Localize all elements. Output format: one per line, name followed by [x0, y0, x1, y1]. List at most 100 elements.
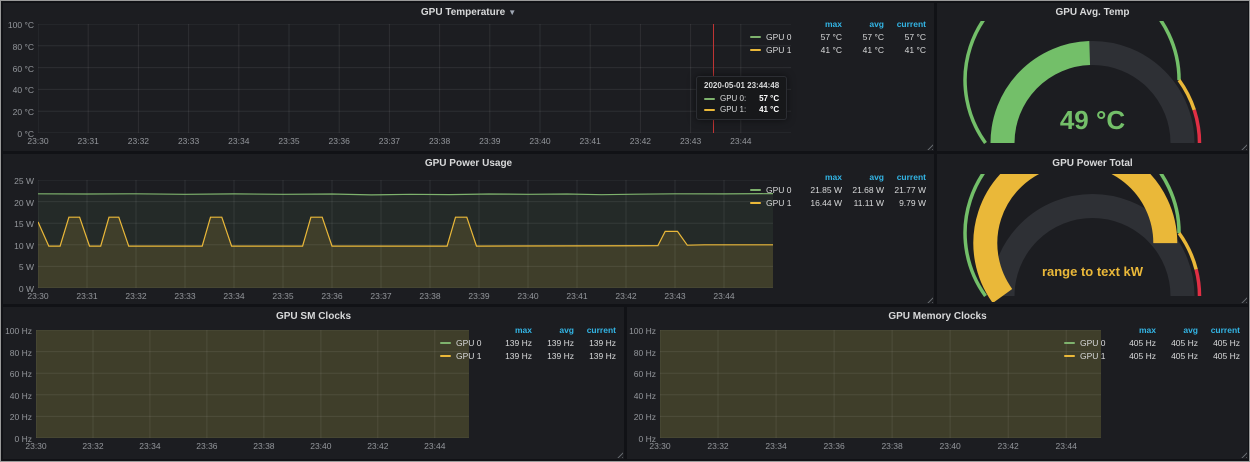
legend-series-name[interactable]: GPU 1 — [440, 351, 490, 361]
x-axis-tick-label: 23:39 — [462, 291, 496, 301]
x-axis-tick-label: 23:33 — [168, 291, 202, 301]
legend-value: 139 Hz — [574, 351, 616, 361]
y-axis-tick-label: 20 W — [4, 198, 34, 208]
legend-column-header[interactable]: avg — [1156, 325, 1198, 335]
legend-series-name[interactable]: GPU 1 — [750, 198, 800, 208]
y-axis-tick-label: 40 °C — [4, 85, 34, 95]
legend-column-header[interactable]: max — [1114, 325, 1156, 335]
x-axis-tick-label: 23:38 — [247, 441, 281, 451]
legend-value: 139 Hz — [532, 338, 574, 348]
legend-column-header[interactable]: max — [800, 172, 842, 182]
y-axis-tick-label: 20 °C — [4, 107, 34, 117]
panel-resize-handle[interactable] — [1239, 450, 1247, 458]
x-axis-tick-label: 23:36 — [190, 441, 224, 451]
panel-title-text: GPU SM Clocks — [276, 311, 351, 322]
y-axis-tick-label: 100 Hz — [2, 326, 32, 336]
legend-row[interactable]: GPU 0405 Hz405 Hz405 Hz — [1064, 336, 1240, 349]
temperature-plot-area[interactable] — [38, 24, 791, 133]
x-axis-tick-label: 23:34 — [222, 136, 256, 146]
panel-title-text: GPU Avg. Temp — [1055, 7, 1129, 18]
sm-clocks-plot-area[interactable] — [36, 330, 469, 438]
x-axis-tick-label: 23:44 — [1049, 441, 1083, 451]
y-axis-tick-label: 80 °C — [4, 42, 34, 52]
x-axis-tick-label: 23:42 — [609, 291, 643, 301]
tooltip-series-value: 57 °C — [759, 94, 779, 103]
legend-row[interactable]: GPU 141 °C41 °C41 °C — [750, 43, 926, 56]
y-axis-tick-label: 10 W — [4, 241, 34, 251]
chevron-down-icon: ▼ — [508, 8, 516, 17]
x-axis-tick-label: 23:31 — [71, 136, 105, 146]
y-axis-tick-label: 15 W — [4, 219, 34, 229]
legend-row[interactable]: GPU 1139 Hz139 Hz139 Hz — [440, 349, 616, 362]
panel-title-text: GPU Memory Clocks — [888, 311, 986, 322]
legend-row[interactable]: GPU 1405 Hz405 Hz405 Hz — [1064, 349, 1240, 362]
panel-gpu-power-total: GPU Power Total range to text kW — [937, 154, 1248, 304]
legend-column-header[interactable]: avg — [842, 172, 884, 182]
legend-series-name[interactable]: GPU 0 — [440, 338, 490, 348]
panel-title-gpu-avg-temp[interactable]: GPU Avg. Temp — [937, 7, 1248, 18]
tooltip-series-value: 41 °C — [759, 105, 779, 114]
legend-row[interactable]: GPU 116.44 W11.11 W9.79 W — [750, 196, 926, 209]
x-axis-tick-label: 23:38 — [423, 136, 457, 146]
legend-value: 11.11 W — [842, 198, 884, 208]
legend-series-name[interactable]: GPU 0 — [1064, 338, 1114, 348]
legend-value: 405 Hz — [1156, 351, 1198, 361]
tooltip-row: GPU 0: 57 °C — [704, 93, 779, 104]
series-color-dash — [440, 342, 451, 344]
legend-row[interactable]: GPU 057 °C57 °C57 °C — [750, 30, 926, 43]
panel-resize-handle[interactable] — [615, 450, 623, 458]
legend-series-name[interactable]: GPU 0 — [750, 32, 800, 42]
power-usage-plot-area[interactable] — [38, 180, 773, 288]
legend-column-header[interactable]: max — [800, 19, 842, 29]
legend-series-name[interactable]: GPU 1 — [1064, 351, 1114, 361]
legend-gpu-temperature: maxavgcurrentGPU 057 °C57 °C57 °CGPU 141… — [750, 17, 926, 56]
panel-title-gpu-sm-clocks[interactable]: GPU SM Clocks — [3, 311, 624, 322]
legend-column-header[interactable]: current — [884, 19, 926, 29]
x-axis-tick-label: 23:35 — [266, 291, 300, 301]
legend-series-name[interactable]: GPU 1 — [750, 45, 800, 55]
legend-value: 405 Hz — [1114, 338, 1156, 348]
legend-column-header[interactable]: current — [574, 325, 616, 335]
legend-value: 139 Hz — [532, 351, 574, 361]
legend-series-name[interactable]: GPU 0 — [750, 185, 800, 195]
x-axis-tick-label: 23:40 — [511, 291, 545, 301]
legend-column-header[interactable]: avg — [842, 19, 884, 29]
x-axis-tick-label: 23:35 — [272, 136, 306, 146]
x-axis-tick-label: 23:42 — [991, 441, 1025, 451]
panel-title-gpu-power-total[interactable]: GPU Power Total — [937, 158, 1248, 169]
legend-value: 405 Hz — [1114, 351, 1156, 361]
legend-column-header[interactable]: current — [1198, 325, 1240, 335]
legend-value: 139 Hz — [574, 338, 616, 348]
legend-value: 41 °C — [800, 45, 842, 55]
legend-header-row: maxavgcurrent — [750, 170, 926, 183]
legend-gpu-memory-clocks: maxavgcurrentGPU 0405 Hz405 Hz405 HzGPU … — [1064, 323, 1240, 362]
y-axis-tick-label: 60 Hz — [626, 369, 656, 379]
legend-row[interactable]: GPU 021.85 W21.68 W21.77 W — [750, 183, 926, 196]
panel-title-gpu-power-usage[interactable]: GPU Power Usage — [3, 158, 934, 169]
legend-column-header[interactable]: avg — [532, 325, 574, 335]
x-axis-tick-label: 23:32 — [119, 291, 153, 301]
y-axis-tick-label: 20 Hz — [2, 412, 32, 422]
legend-row[interactable]: GPU 0139 Hz139 Hz139 Hz — [440, 336, 616, 349]
panel-title-gpu-memory-clocks[interactable]: GPU Memory Clocks — [627, 311, 1248, 322]
x-axis-tick-label: 23:39 — [473, 136, 507, 146]
legend-value: 9.79 W — [884, 198, 926, 208]
memory-clocks-plot-area[interactable] — [660, 330, 1101, 438]
panel-gpu-power-usage: GPU Power Usage maxavgcurrentGPU 021.85 … — [3, 154, 934, 304]
y-axis-tick-label: 40 Hz — [2, 391, 32, 401]
tooltip-series-name: GPU 0: — [720, 94, 746, 103]
panel-gpu-temperature: GPU Temperature▼ 2020-05-01 23:44:48 GPU… — [3, 3, 934, 151]
legend-column-header[interactable]: current — [884, 172, 926, 182]
x-axis-tick-label: 23:30 — [21, 136, 55, 146]
x-axis-tick-label: 23:36 — [817, 441, 851, 451]
panel-resize-handle[interactable] — [925, 142, 933, 150]
legend-value: 16.44 W — [800, 198, 842, 208]
panel-resize-handle[interactable] — [925, 295, 933, 303]
legend-value: 405 Hz — [1198, 338, 1240, 348]
legend-column-header[interactable]: max — [490, 325, 532, 335]
y-axis-tick-label: 60 Hz — [2, 369, 32, 379]
legend-header-row: maxavgcurrent — [440, 323, 616, 336]
y-axis-tick-label: 100 Hz — [626, 326, 656, 336]
panel-title-text: GPU Power Total — [1052, 158, 1132, 169]
x-axis-tick-label: 23:37 — [372, 136, 406, 146]
